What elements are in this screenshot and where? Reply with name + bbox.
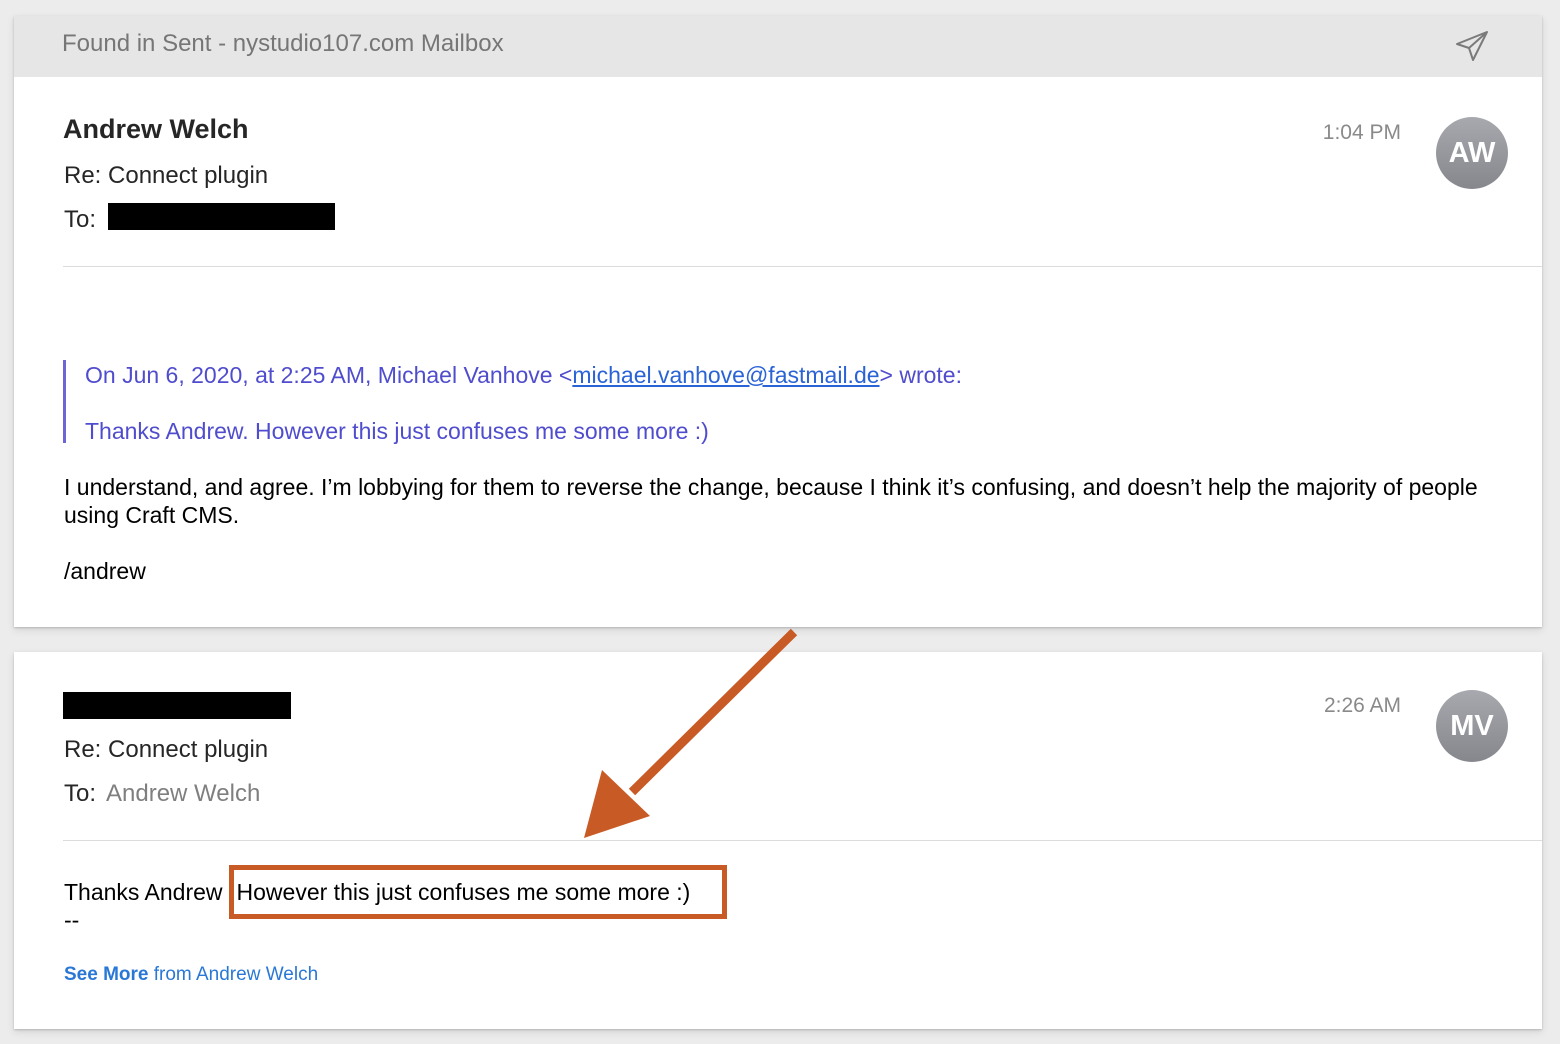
paper-plane-icon[interactable]: [1454, 28, 1490, 64]
see-more-from: from Andrew Welch: [148, 964, 319, 985]
to-label: To:: [64, 206, 97, 233]
quote-intro: On Jun 6, 2020, at 2:25 AM, Michael Vanh…: [85, 362, 962, 389]
header-divider: [63, 266, 1542, 267]
message-time: 1:04 PM: [1322, 121, 1401, 144]
mailbox-header: Found in Sent - nystudio107.com Mailbox: [14, 16, 1542, 77]
annotation-arrow: [584, 628, 798, 838]
message-body: I understand, and agree. I’m lobbying fo…: [64, 474, 1478, 528]
message-signature: /andrew: [64, 558, 146, 584]
redacted-recipient: [108, 203, 335, 230]
message-subject: Re: Connect plugin: [64, 736, 269, 763]
quote-intro-prefix: On Jun 6, 2020, at 2:25 AM, Michael Vanh…: [85, 362, 573, 388]
avatar: MV: [1436, 690, 1508, 762]
avatar: AW: [1436, 117, 1508, 189]
see-more-link[interactable]: See More from Andrew Welch: [64, 964, 318, 986]
mailbox-title: Found in Sent - nystudio107.com Mailbox: [62, 30, 504, 57]
body-prefix: Thanks Andrew: [64, 879, 223, 905]
quoted-reply: On Jun 6, 2020, at 2:25 AM, Michael Vanh…: [63, 360, 1066, 444]
recipient-line: To:: [64, 206, 96, 234]
see-more-label: See More: [64, 964, 149, 985]
to-label: To:: [64, 780, 97, 807]
quote-email-link[interactable]: michael.vanhove@fastmail.de: [572, 362, 879, 388]
message-card-sent: Found in Sent - nystudio107.com Mailbox …: [14, 16, 1542, 627]
message-time: 2:26 AM: [1323, 694, 1401, 717]
sender-name: Andrew Welch: [63, 114, 249, 144]
redacted-sender: [63, 692, 291, 719]
signature-separator: --: [64, 907, 80, 933]
annotation-highlight-box: [229, 865, 727, 919]
recipient-line: To: Andrew Welch: [64, 780, 260, 808]
recipient-name[interactable]: Andrew Welch: [106, 780, 260, 807]
message-subject: Re: Connect plugin: [64, 162, 269, 189]
quote-intro-suffix: > wrote:: [879, 362, 962, 388]
quote-text: Thanks Andrew. However this just confuse…: [85, 418, 709, 444]
